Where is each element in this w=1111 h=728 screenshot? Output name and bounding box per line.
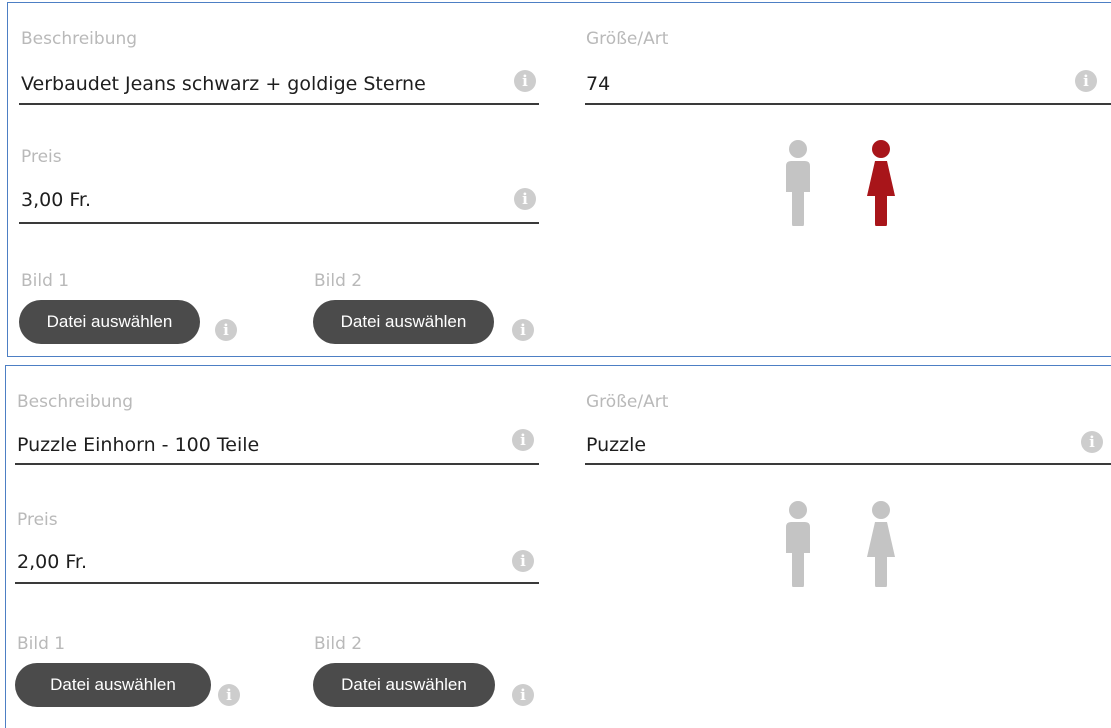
gender-female-button[interactable] <box>867 140 895 226</box>
female-figure-icon <box>867 501 895 587</box>
info-icon[interactable]: i <box>514 70 536 92</box>
male-figure-icon <box>786 140 810 226</box>
image1-file-button[interactable]: Datei auswählen <box>15 663 211 707</box>
price-underline <box>15 582 539 584</box>
size-input[interactable]: 74 <box>586 73 610 95</box>
image1-file-button[interactable]: Datei auswählen <box>19 300 200 344</box>
gender-male-button[interactable] <box>784 140 812 226</box>
info-icon[interactable]: i <box>512 684 534 706</box>
info-icon[interactable]: i <box>218 684 240 706</box>
description-underline <box>15 463 539 465</box>
image2-file-button[interactable]: Datei auswählen <box>313 663 495 707</box>
info-icon[interactable]: i <box>1081 431 1103 453</box>
female-figure-icon <box>867 140 895 226</box>
size-underline <box>585 463 1111 465</box>
description-underline <box>19 103 539 105</box>
info-icon[interactable]: i <box>512 319 534 341</box>
description-label: Beschreibung <box>21 29 138 49</box>
image2-label: Bild 2 <box>314 634 363 654</box>
info-icon[interactable]: i <box>215 319 237 341</box>
description-input[interactable]: Verbaudet Jeans schwarz + goldige Sterne <box>21 73 426 95</box>
gender-female-button[interactable] <box>867 501 895 587</box>
price-input[interactable]: 2,00 Fr. <box>17 551 87 573</box>
info-icon[interactable]: i <box>512 550 534 572</box>
info-icon[interactable]: i <box>512 429 534 451</box>
gender-male-button[interactable] <box>784 501 812 587</box>
image1-label: Bild 1 <box>21 271 70 291</box>
size-label: Größe/Art <box>586 29 669 49</box>
description-label: Beschreibung <box>17 392 134 412</box>
price-input[interactable]: 3,00 Fr. <box>21 189 91 211</box>
male-figure-icon <box>786 501 810 587</box>
price-label: Preis <box>21 147 62 167</box>
image1-label: Bild 1 <box>17 634 66 654</box>
price-underline <box>19 222 539 224</box>
info-icon[interactable]: i <box>514 188 536 210</box>
size-label: Größe/Art <box>586 392 669 412</box>
info-icon[interactable]: i <box>1075 70 1097 92</box>
image2-file-button[interactable]: Datei auswählen <box>313 300 494 344</box>
item-card-2: Beschreibung Puzzle Einhorn - 100 Teile … <box>5 365 1111 728</box>
item-card-1: Beschreibung Verbaudet Jeans schwarz + g… <box>7 2 1111 357</box>
size-underline <box>585 103 1111 105</box>
description-input[interactable]: Puzzle Einhorn - 100 Teile <box>17 434 259 456</box>
size-input[interactable]: Puzzle <box>586 434 646 456</box>
price-label: Preis <box>17 510 58 530</box>
image2-label: Bild 2 <box>314 271 363 291</box>
